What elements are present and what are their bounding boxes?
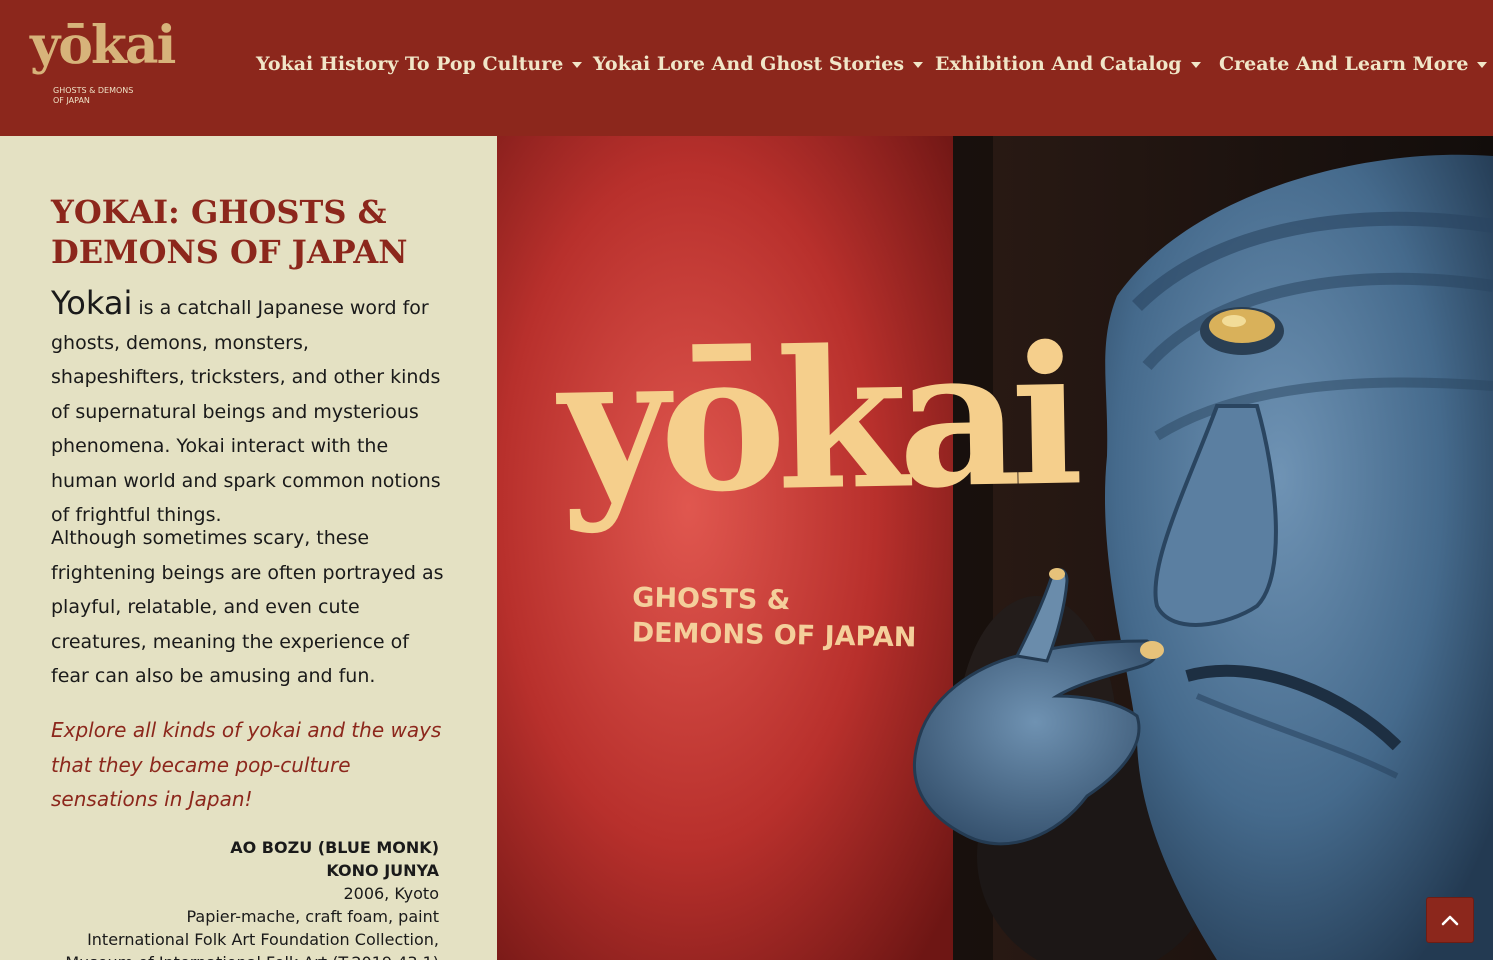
nav-item-lore[interactable]: Yokai Lore And Ghost Stories [593,50,924,78]
back-to-top-button[interactable] [1426,897,1474,943]
caption-date: 2006, Kyoto [343,884,439,903]
intro-text: is a catchall Japanese word for ghosts, … [51,297,441,526]
hero-photo: yōkai GHOSTS & DEMONS OF JAPAN [497,136,1493,960]
image-caption: AO BOZU (BLUE MONK) KONO JUNYA 2006, Kyo… [51,836,439,960]
page-title: YOKAI: GHOSTS & DEMONS OF JAPAN [51,193,408,271]
hero-banner-wordmark: yōkai [557,304,1075,537]
nav-item-label: Yokai History To Pop Culture [256,53,564,75]
nav-item-exhibition[interactable]: Exhibition And Catalog [935,50,1201,78]
caption-title: AO BOZU (BLUE MONK) [230,838,439,857]
nav-item-label: Exhibition And Catalog [935,53,1182,75]
intro-paragraph: Yokai is a catchall Japanese word for gh… [51,286,446,533]
caption-medium: Papier-mache, craft foam, paint [186,907,439,926]
explore-tagline: Explore all kinds of yokai and the ways … [51,718,442,811]
caption-artist: KONO JUNYA [326,861,439,880]
caret-down-icon [1190,61,1201,68]
nav-item-label: Yokai Lore And Ghost Stories [593,53,905,75]
logo-wordmark: yōkai [30,15,176,76]
caret-down-icon [1477,61,1488,68]
second-paragraph: Although sometimes scary, these frighten… [51,527,444,687]
caption-collection: International Folk Art Foundation Collec… [65,930,439,960]
nav-item-label: Create And Learn More [1219,53,1469,75]
intro-lead-word: Yokai [51,284,133,322]
caret-down-icon [572,61,583,68]
nav-item-history[interactable]: Yokai History To Pop Culture [256,50,583,78]
nav-item-create[interactable]: Create And Learn More [1219,50,1488,78]
caret-down-icon [913,61,924,68]
site-header: yōkai GHOSTS & DEMONS OF JAPAN Yokai His… [0,0,1493,136]
intro-panel: YOKAI: GHOSTS & DEMONS OF JAPAN Yokai is… [0,136,497,960]
hero-banner-subtitle: GHOSTS & DEMONS OF JAPAN [631,582,917,654]
hero-photo-illustration [497,136,1493,960]
site-logo[interactable]: yōkai GHOSTS & DEMONS OF JAPAN [30,16,176,112]
chevron-up-icon [1441,915,1459,926]
logo-subtitle: GHOSTS & DEMONS OF JAPAN [53,86,134,105]
